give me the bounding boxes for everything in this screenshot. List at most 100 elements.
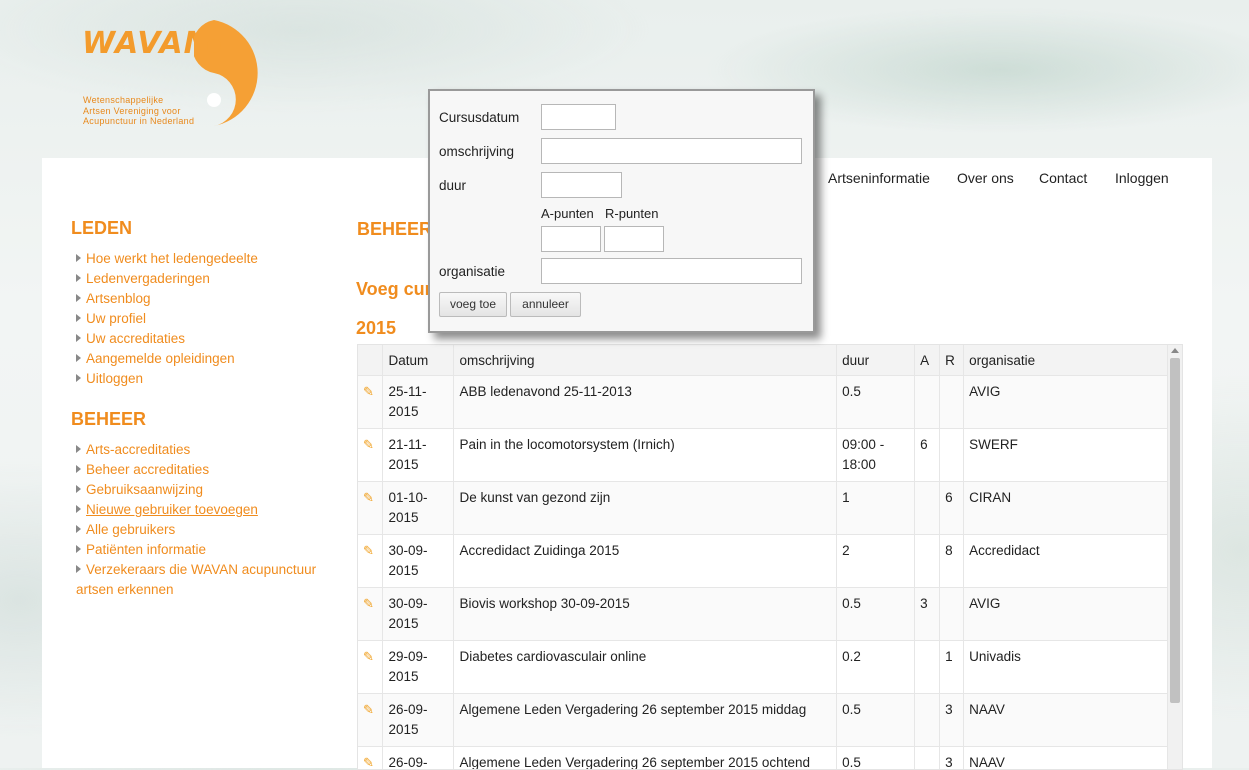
sidebar-item-aangemelde-opleidingen[interactable]: Aangemelde opleidingen <box>71 349 331 369</box>
organisatie-label: organisatie <box>439 264 505 279</box>
edit-icon[interactable]: ✎ <box>363 386 376 398</box>
sidebar-item-ledenvergaderingen[interactable]: Ledenvergaderingen <box>71 269 331 289</box>
sidebar-item-beheer-accreditaties[interactable]: Beheer accreditaties <box>71 460 331 480</box>
sidebar-heading-leden: LEDEN <box>71 218 331 239</box>
caret-right-icon <box>76 565 81 573</box>
sidebar-item-verzekeraars[interactable]: Verzekeraars die WAVAN acupunctuurartsen… <box>71 560 331 600</box>
edit-icon[interactable]: ✎ <box>363 492 376 504</box>
cell-r: 3 <box>940 694 964 747</box>
cell-omschrijving: Algemene Leden Vergadering 26 september … <box>454 747 837 770</box>
duur-label: duur <box>439 178 466 193</box>
r-punten-label: R-punten <box>605 206 658 221</box>
cell-r: 1 <box>940 641 964 694</box>
cell-r <box>940 429 964 482</box>
r-punten-input[interactable] <box>604 226 664 252</box>
sidebar-item-arts-accreditaties[interactable]: Arts-accreditaties <box>71 440 331 460</box>
nav-artseninformatie[interactable]: Artseninformatie <box>828 170 930 186</box>
cell-omschrijving: Algemene Leden Vergadering 26 september … <box>454 694 837 747</box>
caret-right-icon <box>76 314 81 322</box>
col-header-edit <box>358 345 383 376</box>
scroll-thumb[interactable] <box>1170 358 1180 703</box>
organisatie-input[interactable] <box>541 258 802 284</box>
col-header-a[interactable]: A <box>915 345 940 376</box>
logo-subtitle-line: Artsen Vereniging voor <box>83 106 203 117</box>
omschrijving-input[interactable] <box>541 138 802 164</box>
edit-icon[interactable]: ✎ <box>363 704 376 716</box>
cell-duur: 1 <box>837 482 915 535</box>
caret-right-icon <box>76 525 81 533</box>
duur-input[interactable] <box>541 172 622 198</box>
courses-table-container: Datum omschrijving duur A R organisatie … <box>357 344 1183 770</box>
edit-icon[interactable]: ✎ <box>363 439 376 451</box>
nav-contact[interactable]: Contact <box>1039 170 1087 186</box>
sidebar-item-uw-accreditaties[interactable]: Uw accreditaties <box>71 329 331 349</box>
sidebar-item-hoe-werkt[interactable]: Hoe werkt het ledengedeelte <box>71 249 331 269</box>
cell-omschrijving: Pain in the locomotorsystem (Irnich) <box>454 429 837 482</box>
caret-right-icon <box>76 354 81 362</box>
cell-r: 8 <box>940 535 964 588</box>
cell-omschrijving: Biovis workshop 30-09-2015 <box>454 588 837 641</box>
edit-icon[interactable]: ✎ <box>363 651 376 663</box>
table-scrollbar[interactable] <box>1168 345 1182 769</box>
sidebar-heading-beheer: BEHEER <box>71 409 331 430</box>
cell-datum: 26-09-2015 <box>383 747 454 770</box>
col-header-duur[interactable]: duur <box>837 345 915 376</box>
cell-datum: 30-09-2015 <box>383 588 454 641</box>
cell-omschrijving: Diabetes cardiovasculair online <box>454 641 837 694</box>
col-header-organisatie[interactable]: organisatie <box>964 345 1168 376</box>
col-header-omschrijving[interactable]: omschrijving <box>454 345 837 376</box>
scroll-up-arrow-icon[interactable] <box>1171 348 1179 353</box>
cell-duur: 0.5 <box>837 588 915 641</box>
annuleer-button[interactable]: annuleer <box>510 292 581 317</box>
cell-datum: 01-10-2015 <box>383 482 454 535</box>
nav-inloggen[interactable]: Inloggen <box>1115 170 1169 186</box>
table-row: ✎ 29-09-2015 Diabetes cardiovasculair on… <box>358 641 1168 694</box>
logo-subtitle-line: Wetenschappelijke <box>83 95 203 106</box>
sidebar-item-patienten-informatie[interactable]: Patiënten informatie <box>71 540 331 560</box>
caret-right-icon <box>76 294 81 302</box>
cell-duur: 0.5 <box>837 747 915 770</box>
cell-a: 6 <box>915 429 940 482</box>
cell-organisatie: NAAV <box>964 694 1168 747</box>
cell-datum: 21-11-2015 <box>383 429 454 482</box>
cell-organisatie: CIRAN <box>964 482 1168 535</box>
cell-a <box>915 747 940 770</box>
a-punten-input[interactable] <box>541 226 601 252</box>
edit-icon[interactable]: ✎ <box>363 598 376 610</box>
cell-organisatie: AVIG <box>964 588 1168 641</box>
col-header-r[interactable]: R <box>940 345 964 376</box>
voeg-toe-button[interactable]: voeg toe <box>439 292 507 317</box>
add-course-heading: Voeg cur <box>356 279 432 300</box>
cursusdatum-input[interactable] <box>541 104 616 130</box>
sidebar-item-alle-gebruikers[interactable]: Alle gebruikers <box>71 520 331 540</box>
sidebar-item-uw-profiel[interactable]: Uw profiel <box>71 309 331 329</box>
cell-r: 3 <box>940 747 964 770</box>
edit-icon[interactable]: ✎ <box>363 757 376 769</box>
sidebar-item-nieuwe-gebruiker[interactable]: Nieuwe gebruiker toevoegen <box>71 500 331 520</box>
sidebar-item-uitloggen[interactable]: Uitloggen <box>71 369 331 389</box>
cell-a <box>915 694 940 747</box>
cell-r: 6 <box>940 482 964 535</box>
cell-datum: 25-11-2015 <box>383 376 454 429</box>
col-header-datum[interactable]: Datum <box>383 345 454 376</box>
cell-omschrijving: De kunst van gezond zijn <box>454 482 837 535</box>
sidebar: LEDEN Hoe werkt het ledengedeelte Ledenv… <box>71 218 331 620</box>
cursusdatum-label: Cursusdatum <box>439 110 519 125</box>
logo-title: WAVAN <box>82 26 210 61</box>
cell-organisatie: Accredidact <box>964 535 1168 588</box>
page-title: BEHEER <box>357 219 432 240</box>
table-header-row: Datum omschrijving duur A R organisatie <box>358 345 1168 376</box>
sidebar-item-artsenblog[interactable]: Artsenblog <box>71 289 331 309</box>
caret-right-icon <box>76 254 81 262</box>
cell-a <box>915 482 940 535</box>
sidebar-item-gebruiksaanwijzing[interactable]: Gebruiksaanwijzing <box>71 480 331 500</box>
a-punten-label: A-punten <box>541 206 594 221</box>
leden-menu: Hoe werkt het ledengedeelte Ledenvergade… <box>71 249 331 389</box>
wavan-logo[interactable]: WAVAN Wetenschappelijke Artsen Verenigin… <box>82 18 272 130</box>
cell-omschrijving: Accredidact Zuidinga 2015 <box>454 535 837 588</box>
cell-r <box>940 588 964 641</box>
table-row: ✎ 30-09-2015 Biovis workshop 30-09-2015 … <box>358 588 1168 641</box>
nav-over-ons[interactable]: Over ons <box>957 170 1014 186</box>
cell-a: 3 <box>915 588 940 641</box>
edit-icon[interactable]: ✎ <box>363 545 376 557</box>
